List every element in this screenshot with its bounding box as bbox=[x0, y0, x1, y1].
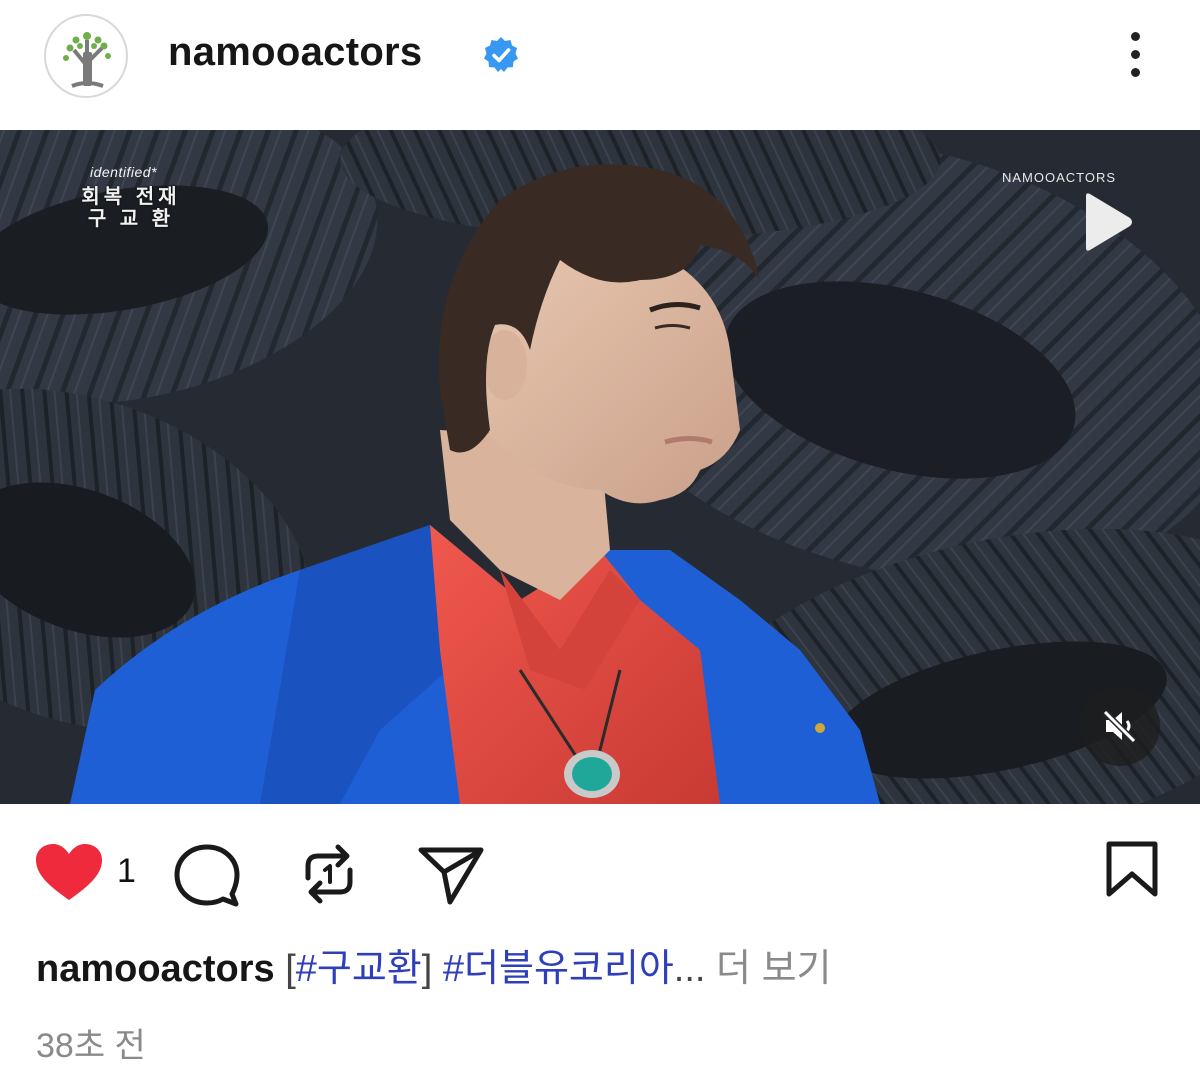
post-header: namooactors bbox=[0, 0, 1200, 112]
mute-toggle-button[interactable] bbox=[1080, 686, 1160, 766]
hashtag-link[interactable]: #구교환 bbox=[296, 948, 422, 990]
post-caption: namooactors [#구교환] #더블유코리아... 더 보기 bbox=[36, 944, 1166, 994]
verified-badge-icon bbox=[484, 37, 518, 72]
caption-bracket-close: ] bbox=[421, 948, 433, 990]
profile-avatar[interactable] bbox=[44, 14, 128, 98]
repost-icon[interactable] bbox=[298, 840, 360, 908]
show-title-line2: 구 교 환 bbox=[87, 208, 175, 230]
show-badge: identified* bbox=[90, 164, 157, 180]
caption-ellipsis: ... bbox=[673, 948, 706, 990]
more-options-button[interactable] bbox=[1116, 26, 1156, 82]
post-timestamp: 38초 전 bbox=[36, 1027, 146, 1065]
caption-username[interactable]: namooactors bbox=[36, 948, 275, 990]
video-frame bbox=[0, 130, 1200, 804]
more-vertical-icon bbox=[1131, 32, 1140, 41]
show-title-line1: 회복 전재 bbox=[81, 186, 181, 208]
tree-logo-icon bbox=[63, 32, 111, 88]
send-icon[interactable] bbox=[416, 844, 486, 906]
heart-icon[interactable] bbox=[34, 842, 104, 904]
watermark: NAMOOACTORS bbox=[1002, 170, 1117, 185]
more-dot bbox=[1131, 68, 1140, 77]
more-dot bbox=[1131, 50, 1140, 59]
muted-speaker-icon bbox=[1102, 709, 1137, 744]
username[interactable]: namooactors bbox=[168, 30, 422, 75]
hashtag-link[interactable]: #더블유코리아 bbox=[443, 948, 674, 990]
bookmark-icon[interactable] bbox=[1102, 840, 1162, 900]
comment-icon[interactable] bbox=[172, 842, 242, 908]
like-count[interactable]: 1 bbox=[117, 852, 136, 891]
post-video[interactable]: identified* 회복 전재 구 교 환 NAMOOACTORS bbox=[0, 130, 1200, 804]
caption-bracket-open: [ bbox=[285, 948, 296, 990]
play-icon[interactable] bbox=[1082, 192, 1134, 252]
show-title: 회복 전재 구 교 환 bbox=[66, 186, 196, 230]
see-more-link[interactable]: 더 보기 bbox=[716, 948, 831, 990]
